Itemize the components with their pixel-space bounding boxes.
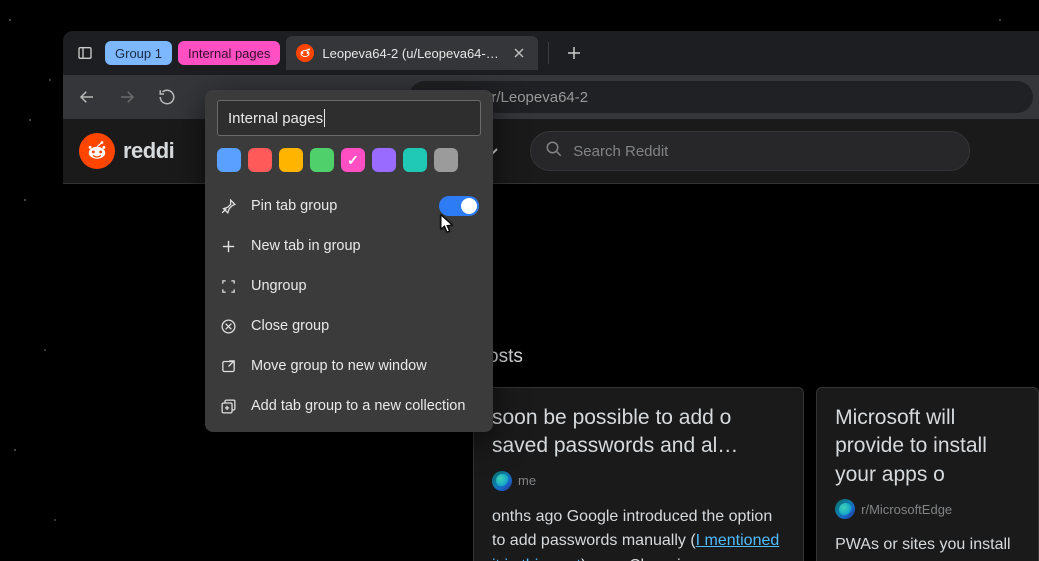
post-subreddit: me (518, 473, 536, 488)
back-button[interactable] (69, 79, 105, 115)
reddit-search-placeholder: Search Reddit (573, 143, 668, 160)
post-meta: r/MicrosoftEdge (835, 499, 1020, 519)
search-icon (545, 140, 563, 162)
tab-group-2-pill[interactable]: Internal pages (178, 41, 280, 65)
ungroup-label: Ungroup (251, 278, 307, 294)
pin-icon (219, 198, 237, 215)
post-card[interactable]: Microsoft will provide to install your a… (816, 387, 1039, 561)
tab-strip: Group 1 Internal pages Leopeva64-2 (u/Le… (63, 31, 1039, 75)
close-group-label: Close group (251, 318, 329, 334)
tab-group-2-label: Internal pages (188, 46, 270, 61)
reddit-search-input[interactable]: Search Reddit (530, 131, 970, 171)
post-body: onths ago Google introduced the option t… (492, 505, 785, 561)
tab-actions-button[interactable] (71, 39, 99, 67)
edge-icon (492, 471, 512, 491)
text-caret (324, 109, 325, 127)
post-title: soon be possible to add o saved password… (492, 404, 785, 461)
forward-button[interactable] (109, 79, 145, 115)
color-swatch[interactable] (310, 148, 334, 172)
ungroup-item[interactable]: Ungroup (205, 266, 493, 306)
popout-window-icon (219, 358, 237, 375)
active-tab-title: Leopeva64-2 (u/Leopeva64-2) - R (322, 46, 502, 61)
move-group-item[interactable]: Move group to new window (205, 346, 493, 386)
color-swatch[interactable] (248, 148, 272, 172)
address-bar[interactable]: it.com/user/Leopeva64-2 (409, 81, 1033, 113)
move-group-label: Move group to new window (251, 358, 427, 374)
tab-separator (548, 42, 549, 64)
group-color-swatch-row (205, 148, 493, 186)
refresh-button[interactable] (149, 79, 185, 115)
pin-tab-group-item[interactable]: Pin tab group (205, 186, 493, 226)
collection-add-icon (219, 398, 237, 415)
new-tab-in-group-label: New tab in group (251, 238, 361, 254)
group-name-input[interactable]: Internal pages (217, 100, 481, 136)
close-group-item[interactable]: Close group (205, 306, 493, 346)
color-swatch[interactable] (341, 148, 365, 172)
post-body: PWAs or sites you install a device will … (835, 533, 1020, 561)
group-name-input-value: Internal pages (228, 110, 323, 127)
new-tab-button[interactable] (559, 38, 589, 68)
pin-toggle[interactable] (439, 196, 479, 216)
reddit-wordmark: reddi (123, 138, 174, 164)
reddit-favicon (296, 44, 314, 62)
profile-post-cards: soon be possible to add o saved password… (473, 387, 1039, 561)
reddit-logo-link[interactable]: reddi (79, 133, 174, 169)
tab-group-context-menu: Internal pages Pin tab group New tab in … (205, 90, 493, 432)
pin-tab-group-label: Pin tab group (251, 198, 337, 214)
overview-heading-partial: osts (488, 327, 523, 387)
tab-group-1-label: Group 1 (115, 46, 162, 61)
active-tab[interactable]: Leopeva64-2 (u/Leopeva64-2) - R (286, 36, 538, 70)
post-card[interactable]: soon be possible to add o saved password… (473, 387, 804, 561)
tab-group-1-pill[interactable]: Group 1 (105, 41, 172, 65)
tab-close-button[interactable] (510, 44, 528, 62)
new-tab-in-group-item[interactable]: New tab in group (205, 226, 493, 266)
color-swatch[interactable] (403, 148, 427, 172)
add-to-collection-item[interactable]: Add tab group to a new collection (205, 386, 493, 426)
post-subreddit: r/MicrosoftEdge (861, 502, 952, 517)
add-to-collection-label: Add tab group to a new collection (251, 398, 465, 414)
post-meta: me (492, 471, 785, 491)
close-circle-icon (219, 318, 237, 335)
ungroup-icon (219, 278, 237, 295)
plus-icon (219, 238, 237, 255)
edge-icon (835, 499, 855, 519)
color-swatch[interactable] (372, 148, 396, 172)
color-swatch[interactable] (434, 148, 458, 172)
reddit-logo-icon (79, 133, 115, 169)
color-swatch[interactable] (279, 148, 303, 172)
post-title: Microsoft will provide to install your a… (835, 404, 1020, 489)
color-swatch[interactable] (217, 148, 241, 172)
